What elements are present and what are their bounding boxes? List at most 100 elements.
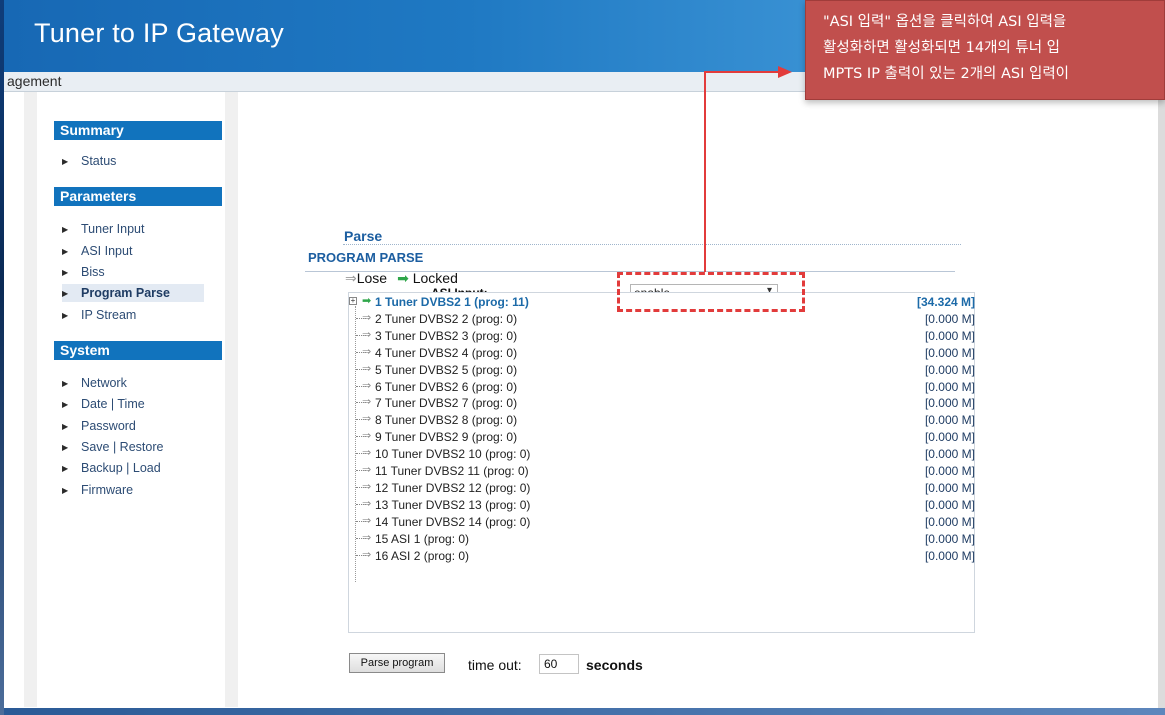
lose-arrow-icon: ⇒	[362, 379, 372, 392]
tree-row[interactable]: ⇒ 5 Tuner DVBS2 5 (prog: 0) [0.000 M]	[352, 362, 977, 380]
tree-row-rate: [34.324 M]	[916, 295, 975, 309]
sidebar-item-label: Network	[81, 376, 127, 390]
tree-row-label: 6 Tuner DVBS2 6 (prog: 0)	[375, 379, 518, 394]
tree-row[interactable]: ⇒ 3 Tuner DVBS2 3 (prog: 0) [0.000 M]	[352, 328, 977, 346]
tree-row-rate: [0.000 M]	[924, 311, 975, 326]
sidebar-item-backup-load[interactable]: ▶ Backup | Load	[62, 459, 167, 477]
legend-lose-label: Lose	[356, 270, 388, 286]
tree-row[interactable]: ⇒ 16 ASI 2 (prog: 0) [0.000 M]	[352, 548, 977, 566]
sidebar-item-biss[interactable]: ▶ Biss	[62, 263, 111, 281]
sidebar-item-label: IP Stream	[81, 308, 137, 322]
timeout-label: time out:	[468, 657, 522, 673]
tree-row-label: 2 Tuner DVBS2 2 (prog: 0)	[375, 311, 518, 326]
tree-row[interactable]: ⇒ 6 Tuner DVBS2 6 (prog: 0) [0.000 M]	[352, 379, 977, 397]
tree-row-rate: [0.000 M]	[924, 328, 975, 343]
tree-row[interactable]: ⇒ 15 ASI 1 (prog: 0) [0.000 M]	[352, 531, 977, 549]
lose-arrow-icon: ⇒	[362, 514, 372, 527]
sidebar-item-save-restore[interactable]: ▶ Save | Restore	[62, 438, 169, 456]
lose-arrow-icon: ⇒	[362, 480, 372, 493]
legend-lose: ⇒Lose	[345, 270, 387, 287]
sidebar-item-tuner-input[interactable]: ▶ Tuner Input	[62, 220, 150, 238]
sidebar-item-network[interactable]: ▶ Network	[62, 374, 133, 392]
triangle-right-icon: ▶	[62, 485, 69, 495]
section-summary: Summary	[54, 121, 222, 140]
triangle-right-icon: ▶	[62, 156, 69, 166]
sidebar-item-label: Backup | Load	[81, 461, 161, 475]
sidebar-item-asi-input[interactable]: ▶ ASI Input	[62, 242, 138, 260]
lose-arrow-icon: ⇒	[362, 362, 372, 375]
timeout-input[interactable]	[539, 654, 579, 674]
tree-row-label: 4 Tuner DVBS2 4 (prog: 0)	[375, 345, 518, 360]
arrow-right-icon: ➡	[397, 270, 409, 286]
lose-arrow-icon: ⇒	[362, 548, 372, 561]
annotation-callout: "ASI 입력" 옵션을 클릭하여 ASI 입력을 활성화하면 활성화되면 14…	[805, 0, 1165, 100]
tree-row[interactable]: ⇒ 10 Tuner DVBS2 10 (prog: 0) [0.000 M]	[352, 446, 977, 464]
tree-row-rate: [0.000 M]	[924, 379, 975, 394]
tree-row[interactable]: ⇒ 2 Tuner DVBS2 2 (prog: 0) [0.000 M]	[352, 311, 977, 329]
tree-row-label: 8 Tuner DVBS2 8 (prog: 0)	[375, 413, 518, 428]
tree-row[interactable]: ⇒ 9 Tuner DVBS2 9 (prog: 0) [0.000 M]	[352, 429, 977, 447]
tree-row-rate: [0.000 M]	[924, 413, 975, 428]
tree-row-rate: [0.000 M]	[924, 345, 975, 360]
section-parameters: Parameters	[54, 187, 222, 206]
triangle-right-icon: ▶	[62, 463, 69, 473]
lose-arrow-icon: ⇒	[362, 464, 372, 476]
legend-locked-label: Locked	[412, 270, 458, 286]
highlight-box	[617, 272, 805, 312]
subbar-text: agement	[7, 73, 62, 89]
tree-row-label: 15 ASI 1 (prog: 0)	[375, 531, 470, 546]
legend-locked: ➡ Locked	[397, 270, 458, 287]
tree-row[interactable]: ⇒ 13 Tuner DVBS2 13 (prog: 0) [0.000 M]	[352, 497, 977, 515]
tree-row-label: 1 Tuner DVBS2 1 (prog: 11)	[375, 295, 529, 309]
tree-row-rate: [0.000 M]	[924, 396, 975, 411]
callout-line: MPTS IP 출력이 있는 2개의 ASI 입력이	[823, 66, 1070, 82]
triangle-right-icon: ▶	[62, 378, 69, 388]
tree-row-label: 5 Tuner DVBS2 5 (prog: 0)	[375, 362, 518, 377]
triangle-right-icon: ▶	[62, 421, 69, 431]
arrow-right-icon: ⇒	[345, 270, 357, 286]
tree-row-label: 14 Tuner DVBS2 14 (prog: 0)	[375, 514, 531, 529]
page-title: PROGRAM PARSE	[308, 250, 424, 265]
sidebar-item-program-parse[interactable]: ▶ Program Parse	[62, 284, 204, 302]
tree-row[interactable]: ⇒ 11 Tuner DVBS2 11 (prog: 0) [0.000 M]	[352, 463, 977, 481]
timeout-unit: seconds	[586, 657, 643, 673]
tree-row-rate: [0.000 M]	[924, 447, 975, 462]
parse-legend: ⇒Lose ➡ Locked	[345, 270, 458, 287]
tree-row-label: 11 Tuner DVBS2 11 (prog: 0)	[375, 464, 529, 478]
sidebar-item-date-time[interactable]: ▶ Date | Time	[62, 395, 151, 413]
tree-row-label: 16 ASI 2 (prog: 0)	[375, 548, 470, 563]
sidebar-item-password[interactable]: ▶ Password	[62, 417, 142, 435]
tree-row-rate: [0.000 M]	[924, 531, 975, 546]
tree-row-label: 12 Tuner DVBS2 12 (prog: 0)	[375, 480, 531, 495]
vertical-scrollbar[interactable]	[1158, 92, 1165, 708]
sidebar-item-label: Tuner Input	[81, 222, 145, 236]
lose-arrow-icon: ⇒	[362, 531, 372, 544]
lose-arrow-icon: ⇒	[362, 328, 372, 341]
tree-row-rate: [0.000 M]	[924, 430, 975, 445]
tree-row[interactable]: ⇒ 8 Tuner DVBS2 8 (prog: 0) [0.000 M]	[352, 412, 977, 430]
expand-icon[interactable]: +	[349, 297, 357, 305]
tree-row-label: 13 Tuner DVBS2 13 (prog: 0)	[375, 497, 531, 512]
sidebar-item-ip-stream[interactable]: ▶ IP Stream	[62, 306, 142, 324]
triangle-right-icon: ▶	[62, 399, 69, 409]
parse-divider	[343, 244, 961, 245]
sidebar-item-label: Password	[81, 419, 136, 433]
tree-row[interactable]: ⇒ 12 Tuner DVBS2 12 (prog: 0) [0.000 M]	[352, 480, 977, 498]
triangle-right-icon: ▶	[62, 246, 69, 256]
tree-row-rate: [0.000 M]	[924, 548, 975, 563]
tree-row-label: 3 Tuner DVBS2 3 (prog: 0)	[375, 328, 518, 343]
sidebar-item-firmware[interactable]: ▶ Firmware	[62, 481, 139, 499]
tree-row[interactable]: ⇒ 7 Tuner DVBS2 7 (prog: 0) [0.000 M]	[352, 395, 977, 413]
tree-row-label: 7 Tuner DVBS2 7 (prog: 0)	[375, 396, 518, 411]
callout-text: "ASI 입력" 옵션을 클릭하여 ASI 입력을 활성화하면 활성화되면 14…	[823, 9, 1164, 87]
tree-row[interactable]: ⇒ 14 Tuner DVBS2 14 (prog: 0) [0.000 M]	[352, 514, 977, 532]
window-left-edge	[0, 0, 4, 715]
parse-program-button[interactable]: Parse program	[349, 653, 445, 673]
triangle-right-icon: ▶	[62, 310, 69, 320]
sidebar-item-label: Biss	[81, 265, 105, 279]
lose-arrow-icon: ⇒	[362, 345, 372, 358]
tree-row-label: 9 Tuner DVBS2 9 (prog: 0)	[375, 430, 518, 445]
tree-row[interactable]: ⇒ 4 Tuner DVBS2 4 (prog: 0) [0.000 M]	[352, 345, 977, 363]
tree-row-rate: [0.000 M]	[924, 480, 975, 495]
sidebar-item-status[interactable]: ▶ Status	[62, 152, 122, 170]
